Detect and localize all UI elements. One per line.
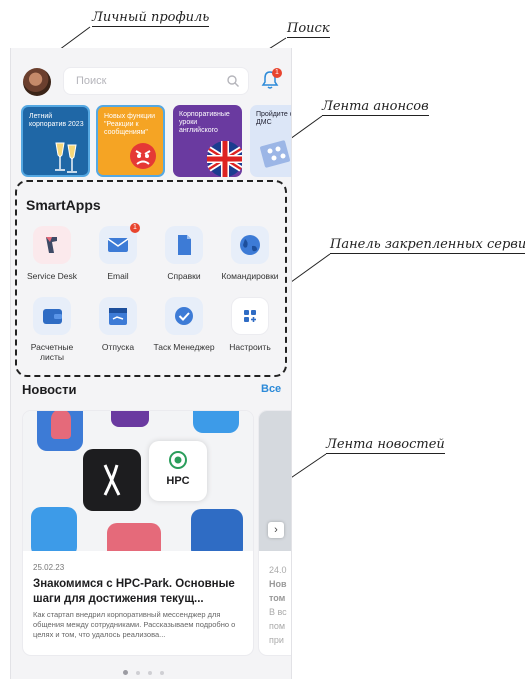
- angry-emoji-icon: [130, 143, 156, 169]
- news-heading: Новости: [22, 382, 77, 397]
- callout-profile: Личный профиль: [92, 10, 210, 27]
- insurance-pills-icon: [260, 140, 290, 168]
- story-title: Летний корпоратив 2023: [29, 113, 84, 128]
- settings-grid-icon: [231, 297, 269, 335]
- callout-search: Поиск: [287, 21, 330, 38]
- story-title: Корпоративные уроки английского: [179, 111, 230, 134]
- hpc-logo-text: HPC: [166, 475, 190, 487]
- news-card[interactable]: HPC 25.02.23 Знакомимся с HPC-Park. Осно…: [22, 410, 254, 656]
- callout-pinned-services: Панель закрепленных сервисов: [330, 237, 525, 254]
- news-description: Как стартап внедрил корпоративный мессен…: [33, 610, 236, 639]
- news-pagination-dots: [123, 664, 183, 676]
- callout-search-text: Поиск: [287, 21, 330, 36]
- callout-news-feed-text: Лента новостей: [326, 437, 445, 452]
- app-payslips[interactable]: Расчетные листы: [20, 297, 84, 362]
- chevron-right-icon: ›: [274, 524, 278, 536]
- story-card[interactable]: Корпоративные уроки английского: [173, 105, 242, 177]
- app-label: Справки: [167, 271, 201, 281]
- search-placeholder: Поиск: [76, 75, 107, 87]
- search-input[interactable]: Поиск: [63, 67, 249, 95]
- app-label: Отпуска: [101, 342, 135, 352]
- wallet-icon: [33, 297, 71, 335]
- news-next-button[interactable]: ›: [268, 522, 284, 538]
- pagination-dot-active[interactable]: [123, 670, 128, 676]
- app-label: Настроить: [229, 342, 271, 352]
- top-bar: Поиск 1: [11, 48, 291, 108]
- callout-announcements-text: Лента анонсов: [322, 99, 429, 114]
- story-card[interactable]: Летний корпоратив 2023: [21, 105, 90, 177]
- app-vacations[interactable]: Отпуска: [86, 297, 150, 352]
- notifications-button[interactable]: 1: [261, 68, 282, 92]
- story-title: Пройдите с по ДМС: [256, 111, 291, 126]
- announcements-feed[interactable]: Летний корпоратив 2023 Новых функции "Ре…: [21, 105, 291, 180]
- uk-flag-icon: [207, 141, 242, 177]
- app-task-manager[interactable]: Таск Менеджер: [152, 297, 216, 352]
- news-title: Нов том: [269, 579, 287, 603]
- news-all-link[interactable]: Все: [261, 383, 281, 395]
- x-logo-tile: [83, 449, 141, 511]
- news-image: HPC: [23, 411, 253, 551]
- story-title: Новых функции "Реакции к сообщениям": [104, 113, 156, 136]
- news-card-next-text: 24.0 Нов том В вс пом при: [269, 563, 291, 647]
- app-customize[interactable]: Настроить: [218, 297, 282, 352]
- callout-announcements: Лента анонсов: [322, 99, 429, 116]
- story-card[interactable]: Пройдите с по ДМС: [250, 105, 291, 177]
- email-badge: 1: [130, 223, 140, 233]
- search-icon: [227, 75, 239, 87]
- pagination-dot[interactable]: [160, 670, 164, 675]
- email-icon: 1: [99, 223, 140, 264]
- hpc-logo-tile: HPC: [149, 441, 207, 501]
- task-check-icon: [165, 297, 203, 335]
- app-label: Расчетные листы: [30, 342, 74, 362]
- app-certificates[interactable]: Справки: [152, 226, 216, 281]
- globe-icon: [231, 226, 269, 264]
- app-label: Командировки: [221, 271, 279, 281]
- calendar-icon: [99, 297, 137, 335]
- pinned-services-panel: SmartApps Service Desk 1 Email Справки К: [15, 180, 287, 377]
- news-title: Знакомимся с HPC-Park. Основные шаги для…: [33, 578, 235, 605]
- notification-badge: 1: [272, 68, 282, 78]
- service-desk-icon: [33, 226, 71, 264]
- pagination-dot[interactable]: [136, 670, 140, 675]
- app-label: Service Desk: [26, 271, 78, 281]
- app-service-desk[interactable]: Service Desk: [20, 226, 84, 281]
- pagination-dot[interactable]: [148, 670, 152, 675]
- apps-title: SmartApps: [26, 197, 101, 213]
- document-icon: [165, 226, 203, 264]
- news-date: 24.0: [269, 565, 287, 575]
- callout-news-feed: Лента новостей: [326, 437, 445, 454]
- profile-avatar[interactable]: [23, 68, 51, 96]
- champagne-glasses-icon: [55, 142, 77, 173]
- app-label: Таск Менеджер: [153, 342, 215, 352]
- news-date: 25.02.23: [33, 563, 65, 572]
- app-business-trips[interactable]: Командировки: [218, 226, 282, 281]
- app-label: Email: [107, 271, 129, 281]
- callout-pinned-services-text: Панель закрепленных сервисов: [330, 237, 525, 252]
- news-description: В вс пом при: [269, 607, 287, 645]
- phone-screen: Поиск 1 Летний корпоратив 2023 Новых фун…: [10, 48, 292, 679]
- app-email[interactable]: 1 Email: [86, 223, 150, 281]
- callout-profile-text: Личный профиль: [92, 10, 210, 25]
- story-card[interactable]: Новых функции "Реакции к сообщениям": [96, 105, 165, 177]
